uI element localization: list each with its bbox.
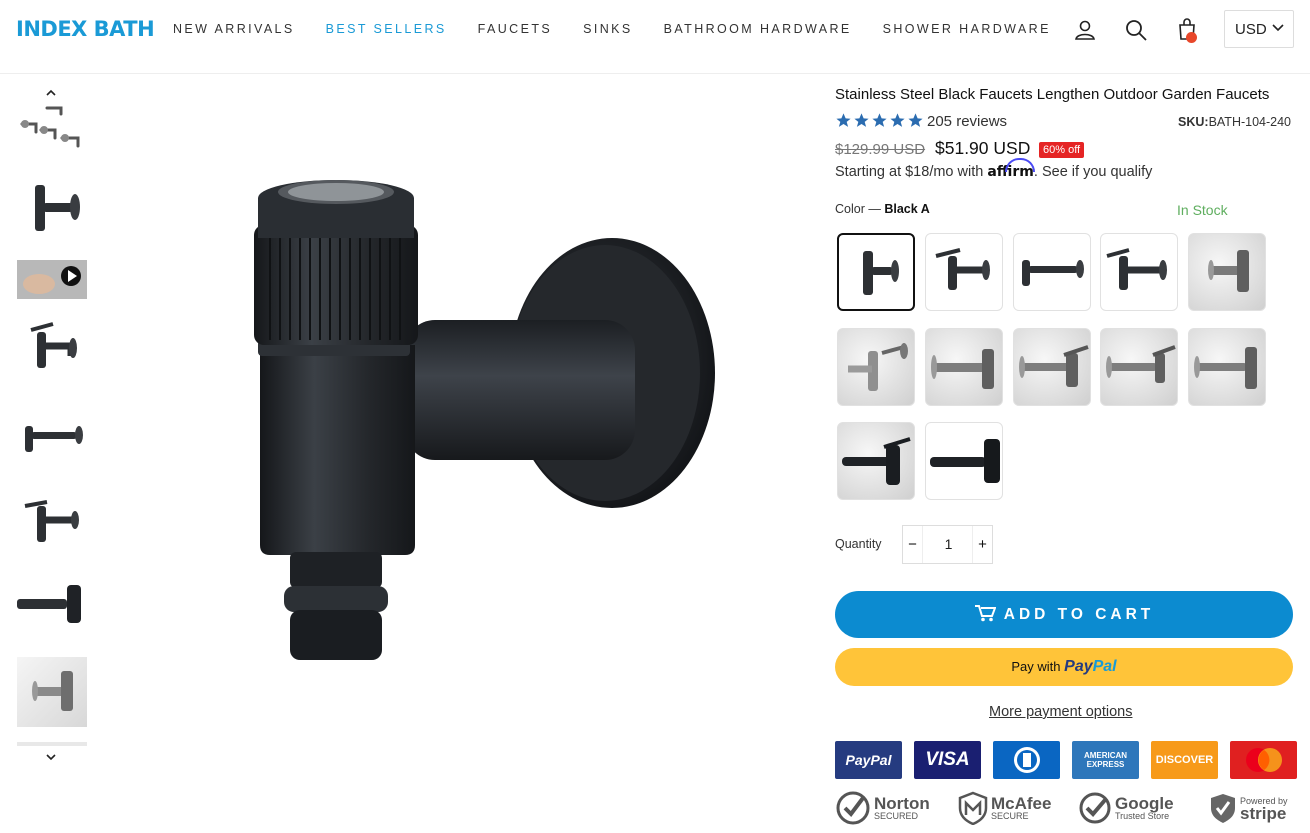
mcafee-label: McAfee — [991, 793, 1052, 813]
add-to-cart-button[interactable]: ADD TO CART — [835, 591, 1293, 638]
norton-badge: Norton SECURED — [835, 788, 930, 828]
stripe-shield-icon — [1211, 794, 1235, 823]
currency-value: USD — [1235, 21, 1267, 38]
main-nav: NEW ARRIVALS BEST SELLERS FAUCETS SINKS … — [173, 22, 1082, 36]
mastercard-icon — [1230, 741, 1297, 779]
account-icon[interactable] — [1073, 18, 1097, 42]
swatch-black-b[interactable] — [925, 233, 1003, 311]
google-sub: Trusted Store — [1115, 810, 1170, 821]
swatch-black-a[interactable] — [837, 233, 915, 311]
paypal-logo-pay: Pay — [1064, 658, 1093, 675]
thumbnail-video[interactable] — [17, 260, 87, 299]
add-to-cart-label: ADD TO CART — [1003, 606, 1155, 623]
quantity-label: Quantity — [835, 537, 882, 551]
nav-sinks[interactable]: SINKS — [583, 22, 633, 36]
reviews-link[interactable]: 205 reviews — [927, 113, 1007, 130]
diners-club-card-icon — [993, 741, 1060, 779]
search-icon[interactable] — [1124, 18, 1148, 42]
swatch-silver-c[interactable] — [925, 328, 1003, 406]
visa-card-icon: VISA — [914, 741, 981, 779]
thumbnail-4[interactable] — [17, 402, 87, 472]
paypal-button[interactable]: Pay with PayPal — [835, 648, 1293, 686]
paypal-card-icon: PayPal — [835, 741, 902, 779]
swatch-silver-e[interactable] — [1100, 328, 1178, 406]
star-icon — [908, 113, 923, 127]
affirm-logo: affirm — [987, 164, 1034, 180]
swatch-silver-f[interactable] — [1188, 328, 1266, 406]
thumbnail-7[interactable] — [17, 657, 87, 727]
sale-price: $51.90 USD — [935, 138, 1031, 158]
swatch-black-c[interactable] — [1013, 233, 1091, 311]
quantity-increase-button[interactable]: + — [972, 526, 992, 563]
sku: SKU:BATH-104-240 — [1178, 115, 1291, 129]
amex-card-icon: AMERICAN EXPRESS — [1072, 741, 1139, 779]
nav-faucets[interactable]: FAUCETS — [478, 22, 552, 36]
star-icon — [836, 113, 851, 127]
swatch-silver-a[interactable] — [1188, 233, 1266, 311]
payment-methods: PayPal VISA AMERICAN EXPRESS DISCOVER — [835, 741, 1297, 779]
thumbs-up-arrow-icon[interactable] — [44, 88, 58, 98]
google-trusted-badge: Google Trusted Store — [1078, 788, 1174, 828]
swatch-silver-b[interactable] — [837, 328, 915, 406]
thumbnail-6[interactable] — [17, 573, 87, 643]
mcafee-shield-icon — [958, 791, 988, 825]
rating-stars[interactable] — [835, 112, 924, 129]
thumbnail-8[interactable] — [17, 742, 87, 746]
discover-card-icon: DISCOVER — [1151, 741, 1218, 779]
google-label: Google — [1115, 793, 1174, 813]
norton-label: Norton — [874, 793, 930, 813]
nav-shower-hardware[interactable]: SHOWER HARDWARE — [883, 22, 1051, 36]
sku-value: BATH-104-240 — [1208, 115, 1292, 129]
pay-with-label: Pay with — [1011, 659, 1061, 674]
swatch-black-e[interactable] — [837, 422, 915, 500]
quantity-stepper: − 1 + — [902, 525, 993, 564]
main-product-image[interactable] — [240, 170, 730, 680]
chevron-down-icon — [1272, 24, 1284, 32]
nav-best-sellers[interactable]: BEST SELLERS — [326, 22, 447, 36]
thumbnail-1[interactable] — [17, 100, 87, 158]
thumbnail-3[interactable] — [17, 316, 87, 386]
star-icon — [890, 113, 905, 127]
quantity-input[interactable]: 1 — [923, 526, 974, 563]
thumbs-down-arrow-icon[interactable] — [44, 752, 58, 762]
affirm-qualify-link[interactable]: . See if you qualify — [1034, 164, 1153, 180]
mcafee-badge: McAfee SECURE — [958, 788, 1051, 828]
stripe-badge: Powered by stripe — [1209, 788, 1288, 828]
star-icon — [854, 113, 869, 127]
logo[interactable]: INDEX BATH — [16, 17, 155, 41]
nav-bathroom-hardware[interactable]: BATHROOM HARDWARE — [664, 22, 852, 36]
paypal-logo-pal: Pal — [1092, 658, 1117, 675]
quantity-decrease-button[interactable]: − — [903, 526, 923, 563]
cart-count-badge — [1186, 32, 1197, 43]
color-label: Color — Black A — [835, 202, 930, 216]
color-value: Black A — [884, 202, 930, 216]
cart-icon — [974, 605, 996, 622]
swatch-black-f[interactable] — [925, 422, 1003, 500]
sku-label: SKU: — [1178, 115, 1209, 129]
stock-status: In Stock — [1177, 202, 1228, 218]
affirm-financing: Starting at $18/mo with affirm. See if y… — [835, 164, 1152, 180]
thumbnail-5[interactable] — [17, 488, 87, 558]
swatch-black-d[interactable] — [1100, 233, 1178, 311]
more-payment-options-link[interactable]: More payment options — [989, 704, 1132, 720]
affirm-prefix: Starting at $18/mo with — [835, 164, 984, 180]
thumbnail-2[interactable] — [17, 175, 87, 245]
swatch-silver-d[interactable] — [1013, 328, 1091, 406]
star-icon — [872, 113, 887, 127]
original-price: $129.99 USD — [835, 141, 926, 158]
site-header: INDEX BATH NEW ARRIVALS BEST SELLERS FAU… — [0, 0, 1310, 74]
product-title: Stainless Steel Black Faucets Lengthen O… — [835, 86, 1270, 103]
nav-new-arrivals[interactable]: NEW ARRIVALS — [173, 22, 295, 36]
stripe-label: stripe — [1240, 803, 1287, 823]
discount-badge: 60% off — [1039, 142, 1085, 158]
color-label-text: Color — — [835, 202, 881, 216]
currency-select[interactable]: USD — [1224, 10, 1294, 48]
norton-check-icon — [836, 791, 870, 825]
google-check-icon — [1079, 792, 1111, 824]
